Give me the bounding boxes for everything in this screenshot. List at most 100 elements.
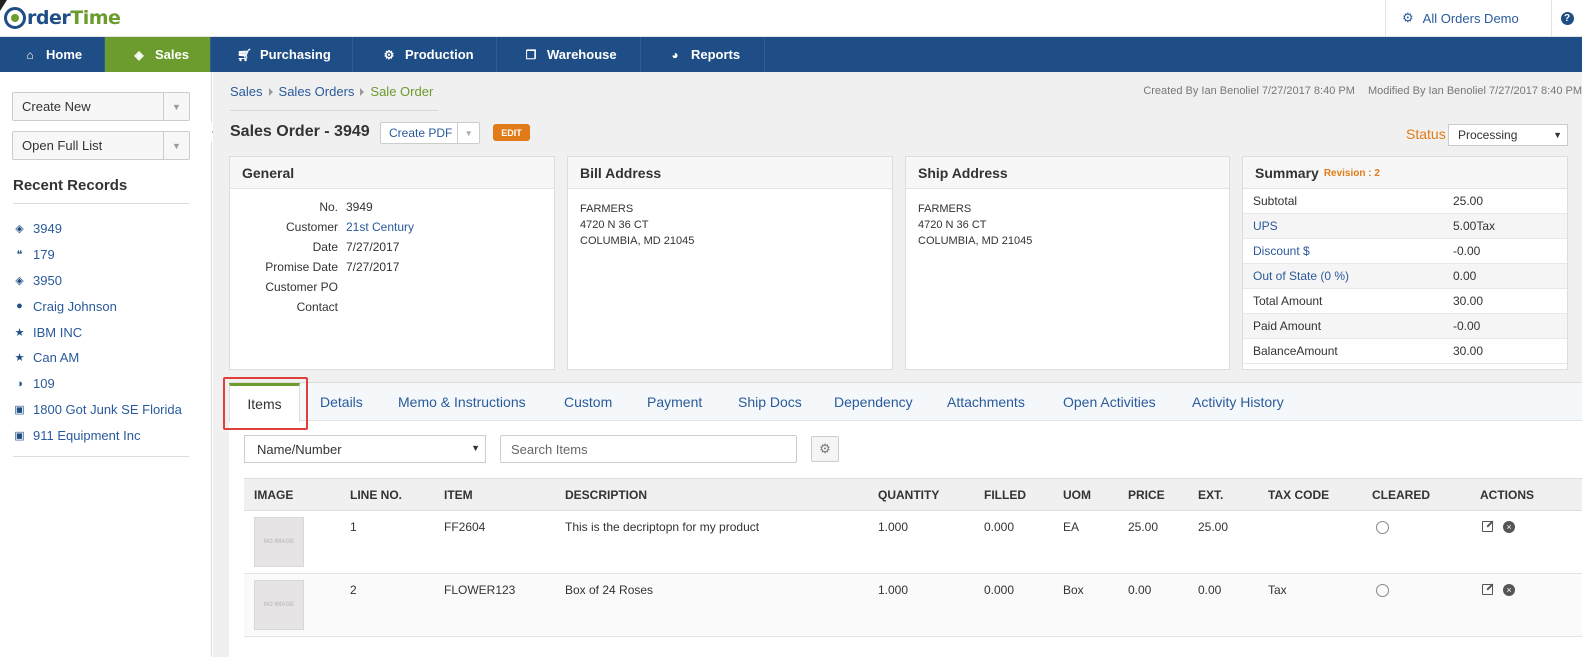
account-menu[interactable]: ⚙ All Orders Demo <box>1385 0 1551 36</box>
item-link[interactable]: FLOWER123 <box>434 573 555 637</box>
open-full-list-button[interactable]: Open Full List ▼ <box>12 131 190 160</box>
cleared-cell <box>1362 573 1470 637</box>
item-link[interactable]: FF2604 <box>434 510 555 574</box>
divider <box>13 203 189 204</box>
create-pdf-button[interactable]: Create PDF ▼ <box>380 122 480 144</box>
column-header: EXT. <box>1188 478 1258 511</box>
address-line: COLUMBIA, MD 21045 <box>918 235 1033 247</box>
edit-icon[interactable] <box>1482 521 1493 532</box>
address-line: COLUMBIA, MD 21045 <box>580 235 695 247</box>
archive-icon: ▣ <box>14 403 25 416</box>
nav-purchasing[interactable]: 🛒︎ Purchasing <box>211 37 353 72</box>
column-header: ACTIONS <box>1470 478 1582 511</box>
ordertime-logo[interactable]: rder Time <box>4 5 121 31</box>
tab-attachments[interactable]: Attachments <box>947 383 1025 421</box>
status-select[interactable]: Processing ▼ <box>1448 124 1568 146</box>
summary-row: Out of State (0 %) 0.00 <box>1243 264 1567 289</box>
discount-link[interactable]: Discount $ <box>1253 244 1453 258</box>
star-icon: ★ <box>14 352 25 365</box>
tab-memo-instructions[interactable]: Memo & Instructions <box>398 383 526 421</box>
delete-icon[interactable]: × <box>1503 521 1515 533</box>
nav-sales[interactable]: ◈ Sales <box>105 37 211 72</box>
tab-bar: Items Details Memo & Instructions Custom… <box>229 383 1582 422</box>
address-line: FARMERS <box>580 203 634 215</box>
recent-record[interactable]: ◑ 109 <box>13 371 182 397</box>
item-description: Box of 24 Roses <box>555 573 868 637</box>
item-filled: 0.000 <box>974 573 1053 637</box>
recent-record[interactable]: ▣ 1800 Got Junk SE Florida <box>13 397 182 423</box>
search-items-input[interactable] <box>500 435 797 463</box>
settings-button[interactable]: ⚙ <box>811 436 839 462</box>
recent-record-label: 3950 <box>33 272 62 288</box>
help-button[interactable]: ? <box>1551 0 1582 36</box>
nav-production[interactable]: ⚙ Production <box>353 37 497 72</box>
created-by: Created By Ian Benoliel 7/27/2017 8:40 P… <box>1143 85 1355 97</box>
tab-payment[interactable]: Payment <box>647 383 702 421</box>
tab-custom[interactable]: Custom <box>564 383 612 421</box>
tab-dependency[interactable]: Dependency <box>834 383 913 421</box>
logo-prefix: rder <box>27 7 71 29</box>
nav-reports[interactable]: ◕ Reports <box>641 37 765 72</box>
edit-button[interactable]: EDIT <box>493 124 530 141</box>
item-ext: 25.00 <box>1188 510 1258 574</box>
summary-value: -0.00 <box>1453 244 1481 258</box>
recent-record[interactable]: ★ Can AM <box>13 345 182 371</box>
nav-home[interactable]: ⌂ Home <box>0 37 105 72</box>
summary-label: BalanceAmount <box>1253 344 1338 358</box>
shipping-link[interactable]: UPS <box>1253 219 1453 233</box>
mouse-cursor-icon <box>0 0 7 11</box>
breadcrumb-sales-orders[interactable]: Sales Orders <box>279 84 355 99</box>
table-row: NO IMAGE 1 FF2604 This is the decriptopn… <box>244 510 1582 574</box>
recent-record-label: Can AM <box>33 350 80 366</box>
tab-activity-history[interactable]: Activity History <box>1192 383 1284 421</box>
item-filter-select[interactable]: Name/Number ▼ <box>244 435 486 463</box>
item-description: This is the decriptopn for my product <box>555 510 868 574</box>
recent-record[interactable]: ◈ 3950 <box>13 268 182 294</box>
cleared-radio[interactable] <box>1376 521 1389 534</box>
chevron-down-icon[interactable]: ▼ <box>163 93 189 120</box>
recent-record-label: 1800 Got Junk SE Florida <box>33 401 182 417</box>
summary-row: Paid Amount -0.00 <box>1243 314 1567 339</box>
tab-ship-docs[interactable]: Ship Docs <box>738 383 802 421</box>
nav-warehouse[interactable]: ❒ Warehouse <box>497 37 641 72</box>
summary-rows: Subtotal 25.00 UPS 5.00Tax Discount $ -0.00… <box>1243 189 1567 364</box>
cleared-radio[interactable] <box>1376 584 1389 597</box>
summary-row: Total Amount 30.00 <box>1243 289 1567 314</box>
chevron-down-icon: ▼ <box>471 443 480 453</box>
summary-panel: Summary Revision : 2 Subtotal 25.00 UPS 5.… <box>1242 156 1568 370</box>
breadcrumb-sales[interactable]: Sales <box>230 84 263 99</box>
item-filled: 0.000 <box>974 510 1053 574</box>
field-row: Date 7/27/2017 <box>230 237 414 257</box>
summary-title: Summary <box>1255 164 1319 181</box>
archive-icon: ▣ <box>14 429 25 442</box>
nav-label: Production <box>405 47 474 62</box>
general-fields: No. 3949 Customer 21st Century Date 7/27/20… <box>230 197 414 317</box>
delete-icon[interactable]: × <box>1503 584 1515 596</box>
summary-label: Paid Amount <box>1253 319 1322 333</box>
recent-record[interactable]: ◈ 3949 <box>13 216 182 242</box>
ship-address: FARMERS 4720 N 36 CT COLUMBIA, MD 21045 <box>906 189 1229 249</box>
recent-record[interactable]: ▣ 911 Equipment Inc <box>13 422 182 448</box>
recent-record-label: 911 Equipment Inc <box>33 427 141 443</box>
tab-open-activities[interactable]: Open Activities <box>1063 383 1156 421</box>
field-row: Promise Date 7/27/2017 <box>230 257 414 277</box>
open-full-list-label: Open Full List <box>22 138 103 153</box>
modified-by: Modified By Ian Benoliel 7/27/2017 8:40 … <box>1367 85 1582 97</box>
field-value: 7/27/2017 <box>346 260 400 274</box>
summary-value: -0.00 <box>1453 319 1481 333</box>
tab-details[interactable]: Details <box>320 383 363 421</box>
create-new-button[interactable]: Create New ▼ <box>12 92 190 121</box>
filter-value: Name/Number <box>257 441 342 457</box>
column-header: QUANTITY <box>868 478 974 511</box>
column-header: IMAGE <box>244 478 340 511</box>
recent-record[interactable]: ❝ 179 <box>13 242 182 268</box>
tax-link[interactable]: Out of State (0 %) <box>1253 269 1453 283</box>
edit-icon[interactable] <box>1482 584 1493 595</box>
item-price: 0.00 <box>1118 573 1188 637</box>
recent-record[interactable]: ★ IBM INC <box>13 319 182 345</box>
customer-link[interactable]: 21st Century <box>346 220 414 234</box>
chevron-down-icon[interactable]: ▼ <box>457 123 479 143</box>
summary-row: UPS 5.00Tax <box>1243 214 1567 239</box>
recent-record[interactable]: ● Craig Johnson <box>13 293 182 319</box>
chevron-down-icon[interactable]: ▼ <box>163 132 189 159</box>
